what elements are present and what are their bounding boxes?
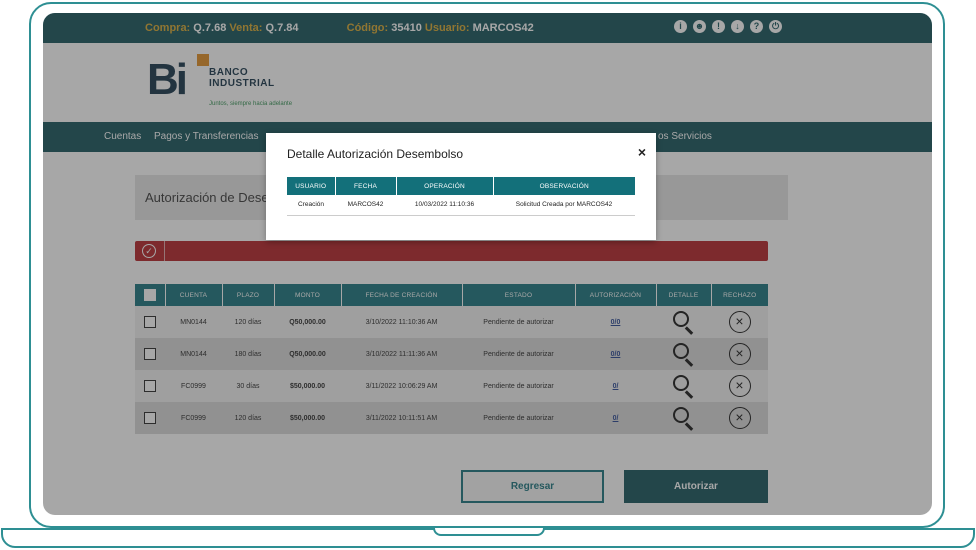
modal-col-fecha: FECHA: [335, 177, 397, 195]
modal-title: Detalle Autorización Desembolso: [287, 147, 464, 161]
close-icon[interactable]: ×: [638, 144, 646, 160]
detail-modal: Detalle Autorización Desembolso × USUARI…: [266, 133, 656, 240]
modal-col-observacion: OBSERVACIÓN: [493, 177, 635, 195]
modal-row: Creación MARCOS42 10/03/2022 11:10:36 So…: [287, 195, 635, 216]
modal-cell-operacion: 10/03/2022 11:10:36: [396, 195, 493, 216]
modal-cell-usuario: Creación: [287, 195, 335, 216]
modal-overlay[interactable]: [43, 13, 932, 515]
modal-col-operacion: OPERACIÓN: [396, 177, 494, 195]
modal-header-row: USUARIO FECHA OPERACIÓN OBSERVACIÓN: [287, 177, 635, 195]
screen: Compra: Q.7.68 Venta: Q.7.84 Código: 354…: [43, 13, 932, 515]
modal-table: USUARIO FECHA OPERACIÓN OBSERVACIÓN Crea…: [287, 177, 635, 216]
modal-cell-observacion: Solicitud Creada por MARCOS42: [493, 195, 635, 216]
laptop-base: [1, 528, 975, 548]
laptop-notch: [433, 528, 545, 536]
modal-cell-fecha: MARCOS42: [335, 195, 396, 216]
modal-col-usuario: USUARIO: [287, 177, 336, 195]
